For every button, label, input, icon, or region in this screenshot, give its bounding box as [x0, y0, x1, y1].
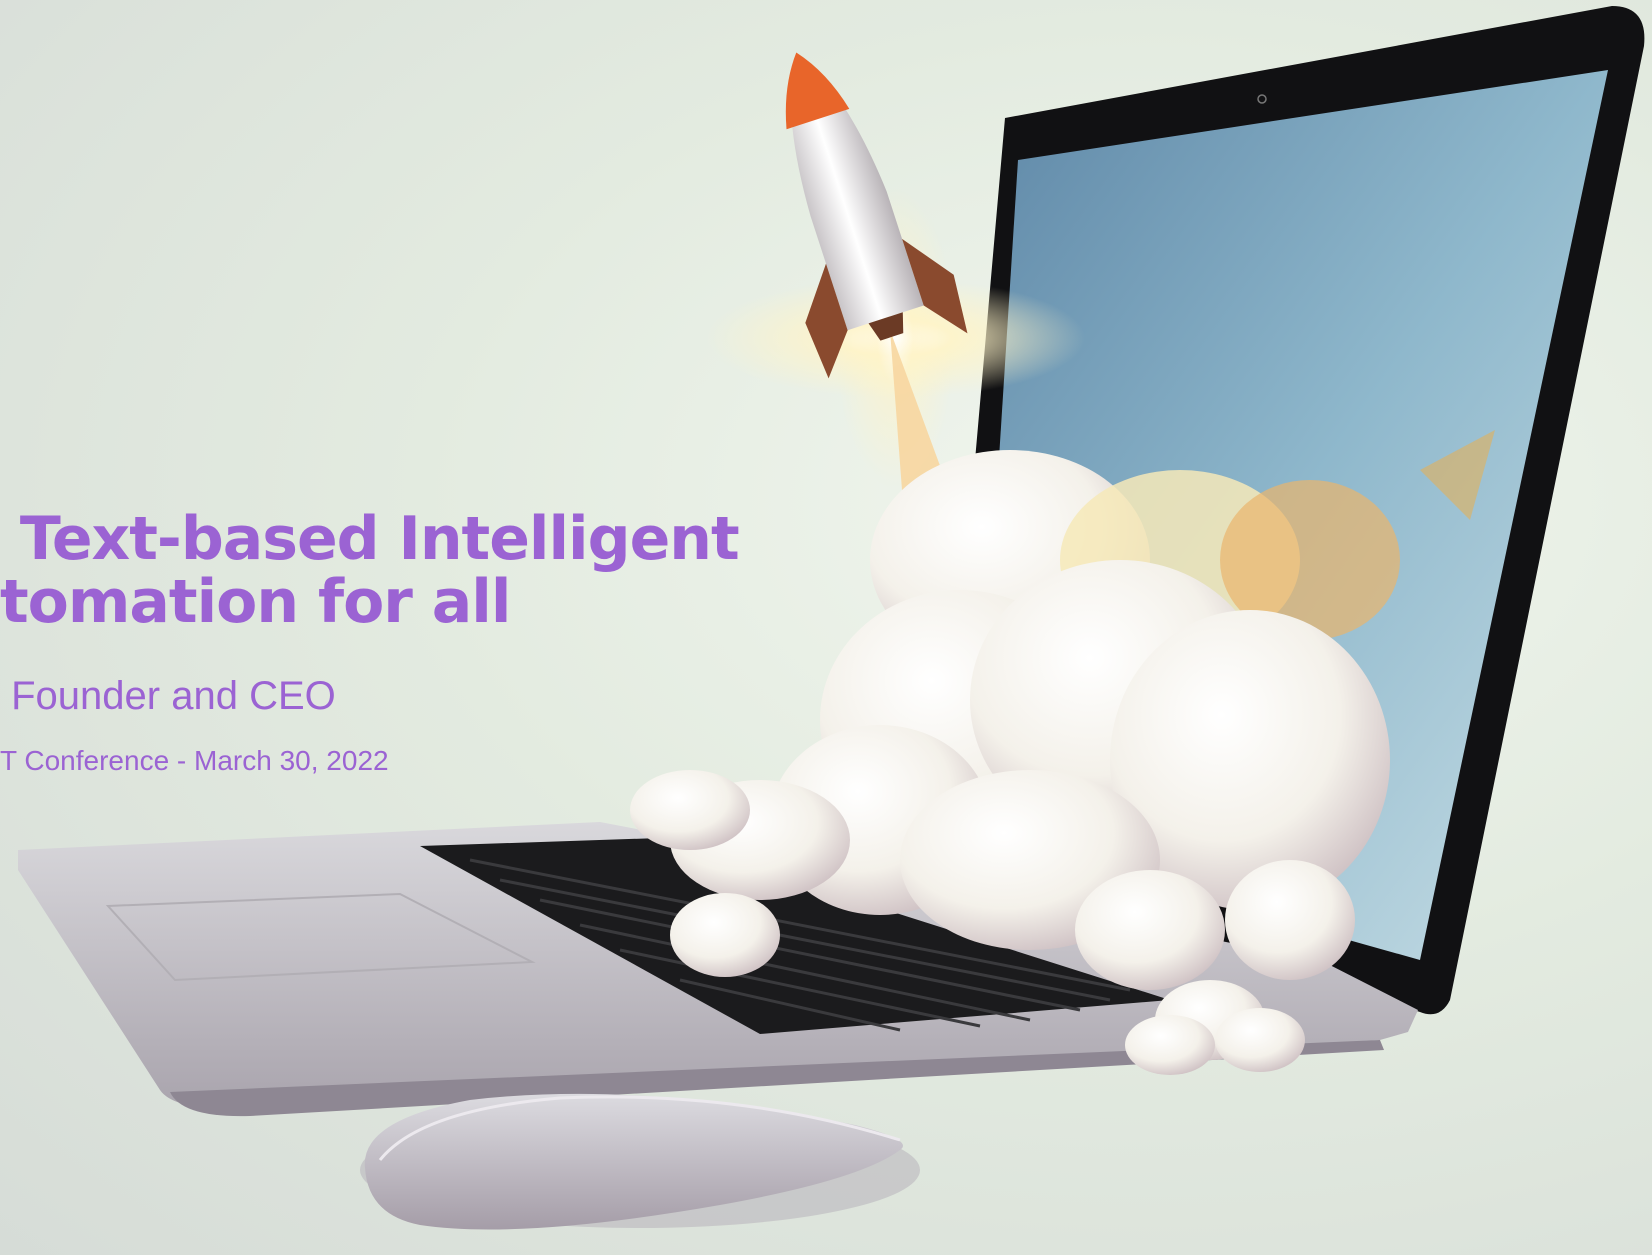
mouse [360, 1093, 920, 1230]
slide-title: Text-based Intelligent tomation for all [0, 504, 740, 637]
presenter-role: Founder and CEO [0, 674, 336, 718]
event-name-date: T Conference - March 30, 2022 [0, 745, 389, 776]
slide: Text-based Intelligent tomation for all … [0, 0, 1652, 1255]
